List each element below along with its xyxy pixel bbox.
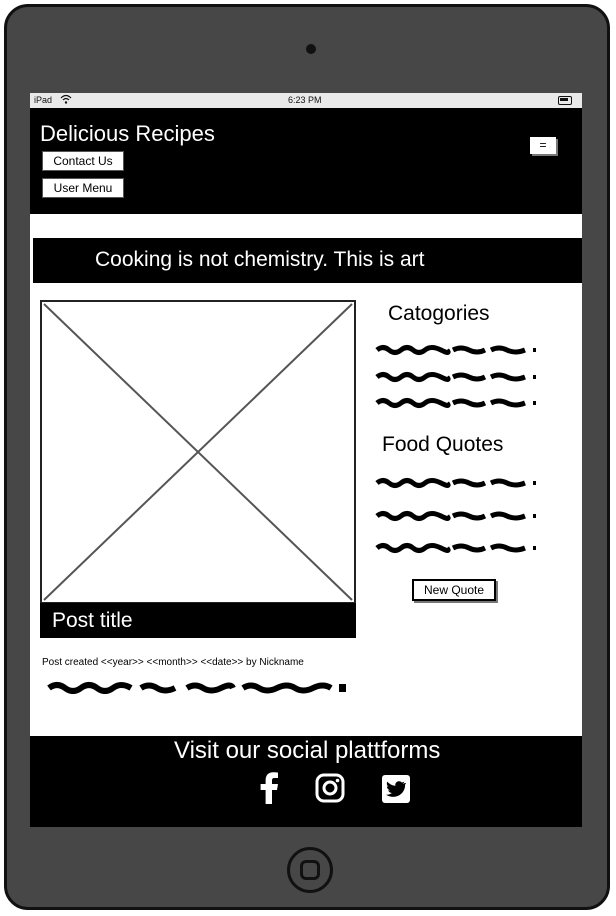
image-placeholder-icon [43, 303, 353, 601]
quote-item-2 [375, 511, 536, 521]
status-bar: iPad 6:23 PM [30, 93, 582, 108]
post-image-placeholder[interactable] [40, 300, 356, 604]
wifi-icon [60, 94, 72, 104]
hero-tagline: Cooking is not chemistry. This is art [95, 248, 425, 271]
carrier-label: iPad [34, 95, 53, 105]
hamburger-menu-icon[interactable]: = [530, 137, 556, 154]
contact-us-button[interactable]: Contact Us [42, 151, 124, 171]
battery-icon [558, 96, 572, 105]
footer-title: Visit our social plattforms [174, 737, 441, 764]
site-brand[interactable]: Delicious Recipes [40, 121, 215, 147]
categories-heading: Catogories [388, 302, 490, 325]
quote-item-3 [375, 543, 536, 553]
twitter-icon[interactable] [381, 772, 411, 804]
facebook-icon[interactable] [254, 772, 284, 804]
instagram-icon[interactable] [315, 772, 345, 804]
category-item-3[interactable] [375, 397, 538, 409]
post-title-bar[interactable]: Post title [40, 603, 356, 638]
category-item-2[interactable] [375, 371, 538, 383]
quote-item-1 [375, 478, 536, 488]
site-footer: Visit our social plattforms [30, 736, 582, 827]
home-button-icon [300, 860, 320, 880]
post-excerpt-scribble [47, 682, 346, 694]
user-menu-button[interactable]: User Menu [42, 178, 124, 198]
screen: iPad 6:23 PM Delicious Recipes Contact U… [30, 93, 582, 827]
camera-dot [306, 44, 316, 54]
status-time: 6:23 PM [288, 95, 322, 105]
new-quote-button[interactable]: New Quote [412, 579, 496, 601]
hero-banner: Cooking is not chemistry. This is art [33, 238, 582, 283]
food-quotes-heading: Food Quotes [382, 433, 504, 456]
home-button[interactable] [287, 847, 333, 893]
site-header: Delicious Recipes Contact Us User Menu = [30, 108, 582, 214]
post-title: Post title [52, 609, 133, 632]
post-meta: Post created <<year>> <<month>> <<date>>… [42, 657, 304, 668]
category-item-1[interactable] [375, 344, 538, 356]
